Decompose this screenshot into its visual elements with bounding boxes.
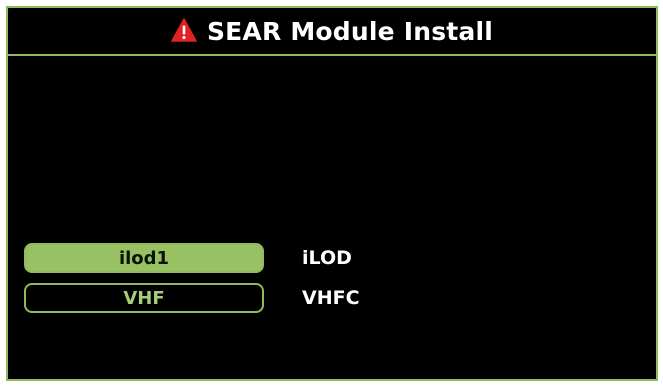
module-button-ilod1[interactable]: ilod1: [24, 243, 264, 273]
module-row-ilod: ilod1 iLOD: [24, 243, 352, 273]
module-install-screen: SEAR Module Install ilod1 iLOD VHF VHFC: [6, 6, 658, 381]
module-description-vhfc: VHFC: [302, 287, 360, 309]
module-description-ilod: iLOD: [302, 247, 352, 269]
module-button-label: ilod1: [118, 247, 170, 269]
module-button-label: VHF: [123, 287, 165, 309]
module-row-vhf: VHF VHFC: [24, 283, 360, 313]
warning-icon: [171, 18, 197, 42]
title-bar: SEAR Module Install: [8, 8, 656, 56]
page-title: SEAR Module Install: [206, 16, 494, 46]
module-button-vhf[interactable]: VHF: [24, 283, 264, 313]
